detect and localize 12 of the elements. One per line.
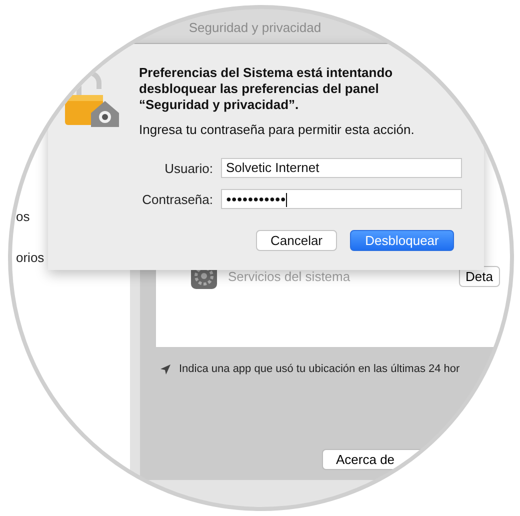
location-arrow-icon: [160, 364, 171, 374]
dialog-message: Preferencias del Sistema está intentando desbloquear las preferencias del panel “Seguridad y privacidad”.: [139, 65, 394, 113]
dialog-prompt: Ingresa tu contraseña para permitir esta acción.: [139, 122, 416, 137]
username-field[interactable]: Solvetic Internet: [221, 158, 462, 178]
field-label: Contraseña:: [141, 192, 213, 206]
window-title: Seguridad y privacidad: [188, 20, 322, 34]
unlock-button[interactable]: Desbloquear: [350, 230, 454, 251]
cancel-button[interactable]: Cancelar: [256, 230, 337, 251]
field-label: Usuario:: [164, 160, 213, 176]
location-note: Indica una app que usó tu ubicación en las últimas 24 hor: [179, 363, 460, 375]
password-field[interactable]: ●●●●●●●●●●●: [221, 189, 462, 209]
service-label: Servicios del sistema: [228, 268, 352, 284]
